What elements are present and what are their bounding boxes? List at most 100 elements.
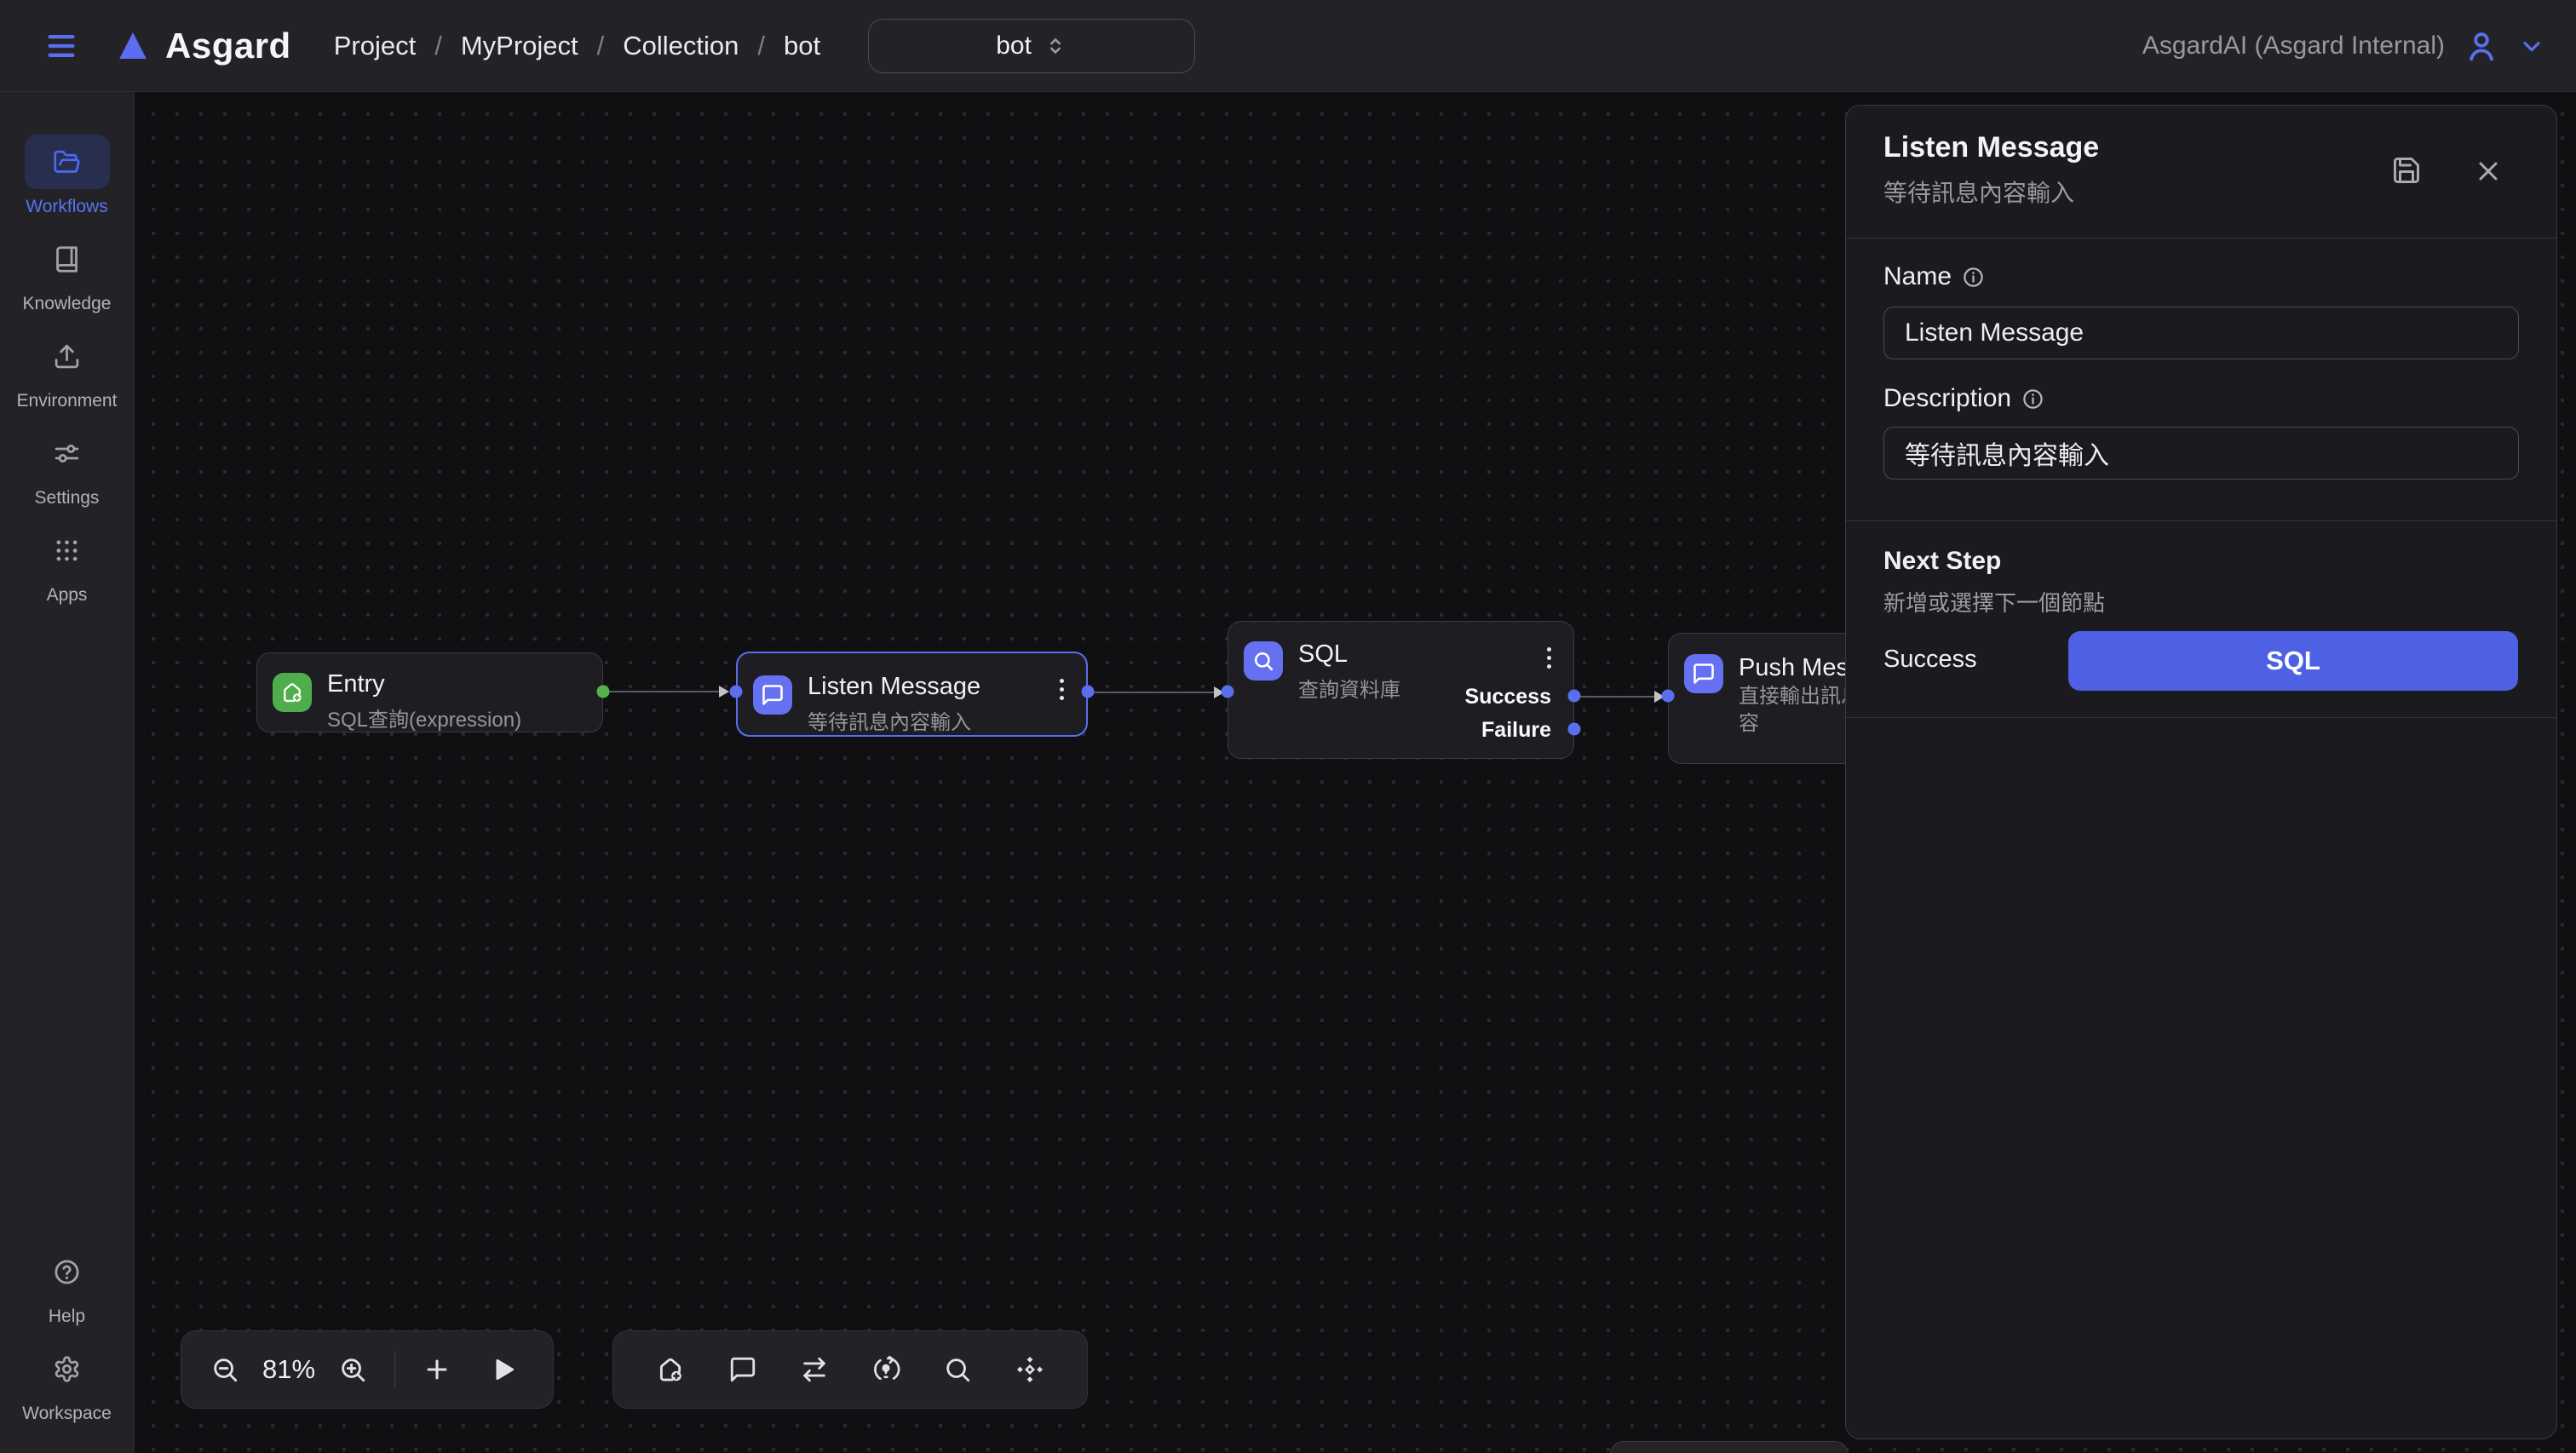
sidebar-item-apps[interactable]: Apps: [25, 523, 110, 606]
grid-dots-icon: [53, 537, 81, 565]
port-sql-input[interactable]: [1222, 686, 1234, 698]
description-input[interactable]: [1883, 427, 2519, 480]
move-diamonds-icon: [1015, 1355, 1044, 1384]
top-bar: Asgard Project / MyProject / Collection …: [0, 0, 2576, 92]
toolbar-divider: [394, 1351, 395, 1388]
sidebar-item-workspace[interactable]: Workspace: [22, 1341, 112, 1424]
search-node-button[interactable]: [943, 1355, 972, 1384]
message-bubble-icon: [761, 683, 785, 707]
breadcrumb-project[interactable]: Project: [334, 31, 416, 61]
sidebar-item-environment[interactable]: Environment: [17, 329, 118, 411]
sidebar-label: Knowledge: [23, 294, 112, 314]
name-field-label: Name: [1883, 262, 1985, 291]
node-sql[interactable]: SQL 查詢資料庫 Success Failure: [1228, 621, 1574, 759]
asgard-logo[interactable]: Asgard: [114, 26, 291, 66]
triangle-logo-icon: [114, 29, 152, 63]
sql-node-icon: [1244, 641, 1283, 681]
intent-cycle-button[interactable]: [871, 1355, 900, 1384]
zoom-toolbar: 81%: [181, 1330, 554, 1409]
sidebar-item-workflows[interactable]: Workflows: [25, 135, 110, 217]
breadcrumb-bot[interactable]: bot: [784, 31, 820, 61]
node-entry[interactable]: Entry SQL查詢(expression): [256, 652, 603, 732]
message-bubble-icon: [1692, 662, 1716, 686]
sidebar-label: Settings: [35, 488, 100, 508]
output-label-failure: Failure: [1481, 718, 1551, 743]
logo-text: Asgard: [165, 26, 291, 66]
push-message-node-icon: [1684, 654, 1723, 693]
workflow-canvas[interactable]: Entry SQL查詢(expression) Listen Message 等…: [135, 92, 2576, 1453]
inspector-title: Listen Message: [1883, 131, 2099, 164]
sidebar-item-help[interactable]: Help: [25, 1244, 110, 1327]
info-icon[interactable]: [1962, 266, 1985, 289]
close-icon: [2473, 156, 2504, 187]
save-button[interactable]: [2391, 155, 2422, 188]
edge-entry-to-listen: [605, 691, 719, 692]
chevrons-up-down-icon: [1044, 34, 1067, 58]
port-listen-input[interactable]: [730, 686, 743, 698]
add-node-button[interactable]: [423, 1355, 451, 1384]
run-workflow-button[interactable]: [489, 1355, 518, 1384]
sidebar-item-knowledge[interactable]: Knowledge: [23, 232, 112, 314]
description-field-label: Description: [1883, 384, 2044, 413]
breadcrumb-myproject[interactable]: MyProject: [461, 31, 578, 61]
account-menu[interactable]: AsgardAI (Asgard Internal): [2142, 28, 2545, 64]
sidebar-label: Help: [49, 1307, 85, 1327]
workflow-select-value: bot: [996, 32, 1032, 60]
port-push-input[interactable]: [1662, 690, 1675, 703]
inspector-subtitle: 等待訊息內容輸入: [1883, 175, 2074, 209]
search-icon: [943, 1355, 972, 1384]
sidebar-label: Apps: [47, 585, 88, 606]
home-plus-icon: [280, 681, 304, 704]
move-steps-button[interactable]: [1015, 1355, 1044, 1384]
book-icon: [53, 245, 81, 273]
port-listen-output[interactable]: [1082, 686, 1095, 698]
add-message-node-button[interactable]: [728, 1355, 757, 1384]
search-icon: [1251, 649, 1275, 673]
sidebar-label: Workspace: [22, 1404, 112, 1424]
panel-divider: [1846, 520, 2556, 521]
next-step-row-label: Success: [1883, 646, 1977, 674]
bottom-drawer[interactable]: [1610, 1441, 1849, 1453]
listen-message-node-icon: [753, 675, 792, 715]
kebab-menu-icon[interactable]: [1544, 644, 1555, 672]
hamburger-menu-icon[interactable]: [36, 20, 87, 72]
name-input[interactable]: [1883, 307, 2519, 359]
node-palette-toolbar: [612, 1330, 1088, 1409]
port-sql-success-output[interactable]: [1568, 690, 1581, 703]
node-listen-message[interactable]: Listen Message 等待訊息內容輸入: [736, 652, 1088, 737]
entry-node-icon: [273, 673, 312, 712]
swap-arrows-button[interactable]: [800, 1355, 829, 1384]
sidebar-item-settings[interactable]: Settings: [25, 426, 110, 508]
port-sql-failure-output[interactable]: [1568, 723, 1581, 736]
breadcrumb-separator: /: [434, 31, 442, 61]
home-plus-icon: [656, 1355, 685, 1384]
edge-sql-success-to-push: [1576, 696, 1654, 698]
gear-icon: [53, 1355, 81, 1383]
zoom-in-icon: [338, 1355, 367, 1384]
info-icon[interactable]: [2021, 388, 2044, 411]
arrow-right-left-icon: [800, 1355, 829, 1384]
save-icon: [2391, 155, 2422, 186]
sidebar-label: Workflows: [26, 197, 107, 217]
edge-arrowhead-icon: [719, 686, 729, 698]
breadcrumb-collection[interactable]: Collection: [623, 31, 739, 61]
folder-open-icon: [53, 148, 81, 176]
description-label-text: Description: [1883, 384, 2011, 413]
sliders-icon: [53, 439, 81, 468]
zoom-out-button[interactable]: [210, 1355, 239, 1384]
edge-listen-to-sql: [1090, 692, 1214, 693]
lightbulb-cycle-icon: [871, 1355, 900, 1384]
message-bubble-icon: [728, 1355, 757, 1384]
next-step-title: Next Step: [1883, 547, 2001, 576]
node-title: SQL: [1298, 640, 1348, 669]
next-step-target-button[interactable]: SQL: [2068, 631, 2518, 691]
workflow-select[interactable]: bot: [868, 19, 1195, 73]
port-entry-output[interactable]: [597, 686, 610, 698]
breadcrumb-separator: /: [757, 31, 765, 61]
zoom-in-button[interactable]: [338, 1355, 367, 1384]
sidebar-label: Environment: [17, 391, 118, 411]
node-title: Listen Message: [808, 673, 980, 701]
kebab-menu-icon[interactable]: [1056, 675, 1067, 704]
add-entry-node-button[interactable]: [656, 1355, 685, 1384]
close-panel-button[interactable]: [2473, 156, 2504, 189]
